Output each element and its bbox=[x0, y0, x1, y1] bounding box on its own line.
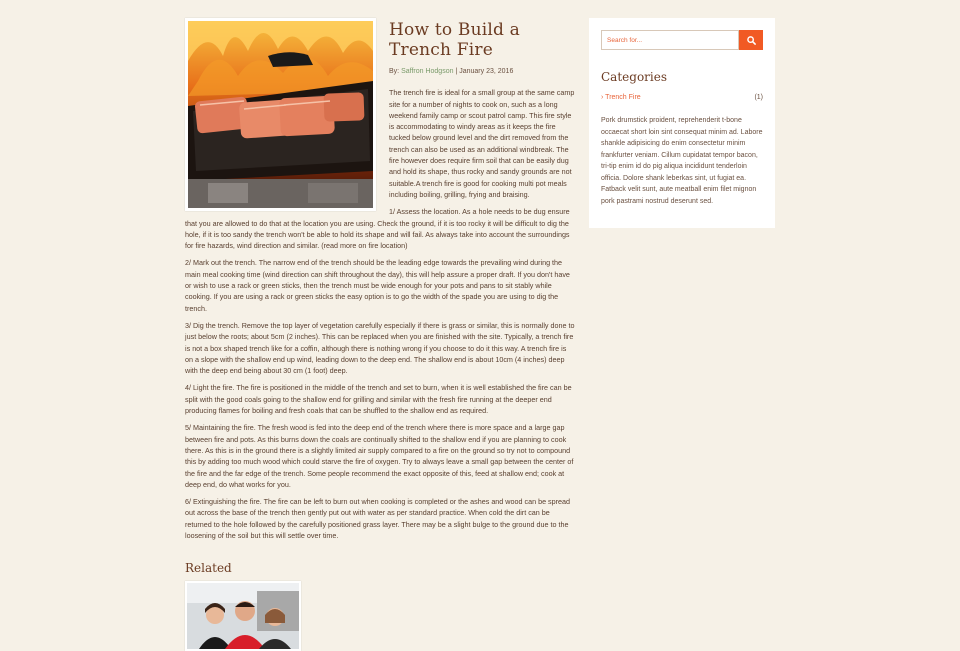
sidebar-text-widget: Pork drumstick proident, reprehenderit t… bbox=[601, 117, 763, 205]
search-input[interactable] bbox=[601, 30, 739, 50]
step-6: 6/ Extinguishing the fire. The fire can … bbox=[185, 497, 571, 540]
step-5: 5/ Maintaining the fire. The fresh wood … bbox=[185, 423, 574, 489]
salmon-on-grill-photo bbox=[188, 21, 373, 208]
search-button[interactable] bbox=[739, 30, 763, 50]
meta-separator: | bbox=[455, 68, 458, 75]
article: How to Build a Trench Fire By: Saffron H… bbox=[185, 18, 575, 651]
step-3: 3/ Dig the trench. Remove the top layer … bbox=[185, 320, 575, 376]
step-2: 2/ Mark out the trench. The narrow end o… bbox=[185, 258, 570, 313]
sidebar: Categories › Trench Fire (1) Pork drumst… bbox=[589, 18, 775, 228]
category-count: (1) bbox=[754, 93, 763, 101]
step-1: 1/ Assess the location. As a hole needs … bbox=[185, 207, 570, 251]
related-post-thumbnail[interactable] bbox=[185, 580, 301, 651]
related-people-photo bbox=[187, 582, 299, 649]
category-item: › Trench Fire (1) bbox=[601, 92, 763, 104]
author-link[interactable]: Saffron Hodgson bbox=[401, 68, 453, 75]
article-date: January 23, 2016 bbox=[459, 68, 514, 75]
chevron-right-icon: › bbox=[601, 93, 604, 101]
article-hero-image bbox=[185, 18, 376, 211]
by-label: By: bbox=[389, 68, 400, 75]
category-link-trench-fire[interactable]: Trench Fire bbox=[605, 94, 641, 101]
related-heading: Related bbox=[185, 561, 232, 576]
categories-heading: Categories bbox=[601, 70, 667, 84]
step-4: 4/ Light the fire. The fire is positione… bbox=[185, 383, 572, 416]
search-icon bbox=[746, 35, 756, 45]
search-form bbox=[601, 30, 763, 50]
